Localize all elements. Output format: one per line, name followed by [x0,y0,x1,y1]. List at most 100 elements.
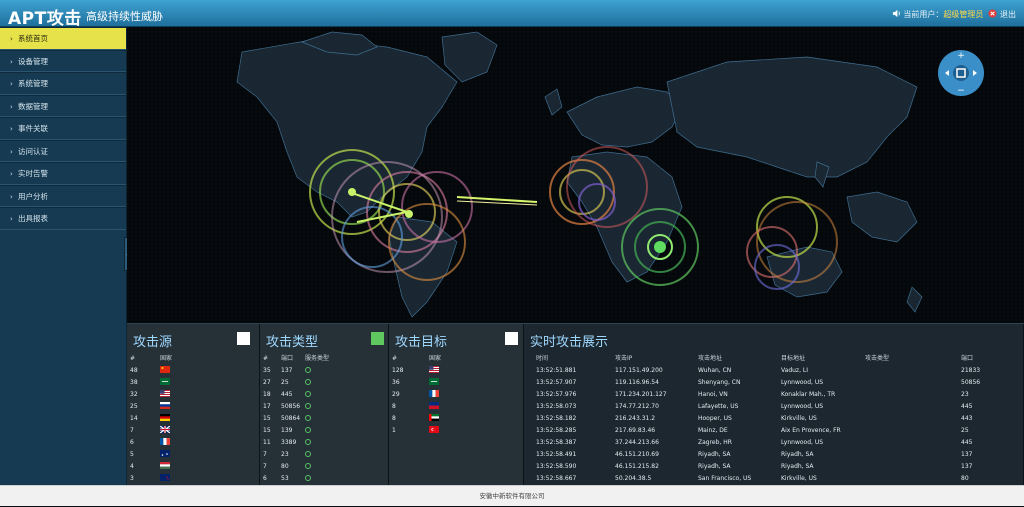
table-row: 38Saudi Arabia [127,377,259,389]
table-row: 13:52:58.285 217.69.83.46 Mainz, DE Aix En … [536,427,969,434]
service-ring-icon [305,379,311,385]
stats-panels: 攻击源 # 国家 48China38Saudi Arabia32United S… [127,323,1024,486]
us-flag-icon [429,366,439,373]
app-subtitle: 高级持续性威胁 [86,10,163,23]
ru-flag-icon [160,402,170,409]
table-row: 653domain [260,473,388,485]
attack-world-map[interactable] [127,27,1024,323]
table-row: 13:52:57.907 119.116.96.54 Shenyang, CN Lyn… [536,379,981,386]
table-row: 6France [127,437,259,449]
sidebar-item-label: 系统首页 [18,34,48,43]
table-row: 8Liechtenstein [389,401,523,413]
sidebar-item[interactable]: › 数据管理 [0,94,126,117]
table-row: 29France [389,389,523,401]
table-row: 18445microsoft-ds [260,389,388,401]
attack-target-panel: 攻击目标 # 国家 128United States36Saudi Arabia… [389,324,524,486]
world-map-canvas [127,27,1024,323]
sa-flag-icon [160,378,170,385]
fr-flag-icon [429,390,439,397]
sidebar-item[interactable]: › 访问认证 [0,139,126,162]
table-row: 1550864unknown [260,413,388,425]
us-flag-icon [160,390,170,397]
chevron-right-icon: › [10,192,13,201]
sidebar: › 系统首页 › 设备管理 › 系统管理 › 数据管理 › 事件关联 › 访问认证 › 实时告警 › 用户分析… [0,27,127,485]
gb-flag-icon [160,426,170,433]
sidebar-item-label: 系统管理 [18,79,48,88]
attack-type-panel: 攻击类型 # 端口 服务类型 35137unknown2725smtp18445… [260,324,389,486]
table-row: 8United Arab Emirates [389,413,523,425]
fr-flag-icon [160,438,170,445]
speaker-icon [892,9,900,18]
table-row: 13:52:58.667 50.204.38.5 San Francisco, US… [536,475,969,482]
chevron-right-icon: › [10,147,13,156]
table-row: 723telnet [260,449,388,461]
sidebar-item-label: 实时告警 [18,169,48,178]
user-info: 当前用户：超级管理员 退出 [892,9,1016,20]
live-attack-title: 实时攻击展示 [530,335,609,350]
sidebar-item[interactable]: › 实时告警 [0,162,126,185]
table-row: 13:52:57.976 171.234.201.127 Hanoi, VN Kona… [536,391,969,398]
sidebar-item[interactable]: › 事件关联 [0,117,126,140]
attack-source-title: 攻击源 [133,335,173,350]
sidebar-item-label: 出具报表 [18,214,48,223]
chevron-right-icon: › [10,170,13,178]
app-logo: APT攻击 [8,9,82,29]
service-ring-icon [305,451,311,457]
table-row: 25Russia [127,401,259,413]
table-row: 5Australia [127,449,259,461]
sidebar-item[interactable]: › 出具报表 [0,207,126,230]
table-header: # 国家 [130,355,173,362]
attack-type-title: 攻击类型 [266,335,319,350]
sidebar-item[interactable]: › 系统管理 [0,72,126,95]
service-ring-icon [305,415,311,421]
sidebar-item[interactable]: › 设备管理 [0,49,126,72]
table-row: 14Germany [127,413,259,425]
table-row: 780http [260,461,388,473]
map-zoom-control[interactable]: + − [937,49,985,97]
chart-toggle-icon[interactable] [237,332,250,345]
chevron-right-icon: › [10,102,13,111]
close-icon[interactable] [988,9,998,18]
live-attack-panel: 实时攻击展示 时间 攻击IP 攻击地址 目标地址 攻击类型 端口 13:52:5… [524,324,1024,486]
service-ring-icon [305,427,311,433]
ae-flag-icon [429,414,439,421]
tr-flag-icon [429,426,439,433]
table-header: 时间 攻击IP 攻击地址 目标地址 攻击类型 端口 [536,355,974,362]
table-row: 13:52:58.590 46.151.215.82 Riyadh, SA Riyad… [536,463,973,470]
user-name-link[interactable]: 超级管理员 [943,10,983,19]
sa-flag-icon [429,378,439,385]
sidebar-item-label: 访问认证 [18,146,48,156]
table-row: 4Hungary [127,461,259,473]
service-ring-icon [305,367,311,373]
sidebar-item[interactable]: › 用户分析 [0,184,126,207]
sidebar-item-label: 设备管理 [18,56,48,66]
table-row: 128United States [389,365,523,377]
sidebar-item[interactable]: › 系统首页 [0,27,126,50]
table-row: 15139netbios-ssn [260,425,388,437]
au-flag-icon [160,450,170,457]
service-ring-icon [305,391,311,397]
sidebar-item-label: 事件关联 [18,124,48,133]
table-header: # 国家 [392,355,442,362]
table-header: # 端口 服务类型 [263,355,330,362]
table-row: 48China [127,365,259,377]
service-ring-icon [305,403,311,409]
li-flag-icon [429,402,439,409]
nz-flag-icon [160,474,170,481]
chevron-right-icon: › [10,125,13,133]
chevron-right-icon: › [10,57,13,66]
logout-button[interactable]: 退出 [1000,10,1016,19]
chart-toggle-icon[interactable] [505,332,518,345]
table-row: 13:52:51.881 117.151.49.200 Wuhan, CN Vaduz… [536,367,981,374]
table-row: 35137unknown [260,365,388,377]
table-row: 32United States [127,389,259,401]
table-row: 36Saudi Arabia [389,377,523,389]
user-label: 当前用户： [903,10,944,19]
table-row: 13:52:58.491 46.151.210.69 Riyadh, SA Riyad… [536,451,973,458]
sidebar-item-label: 用户分析 [18,191,48,201]
chart-toggle-icon[interactable] [371,332,384,345]
table-row: 2725smtp [260,377,388,389]
footer-company: 安徽中新软件有限公司 [0,485,1024,506]
de-flag-icon [160,414,170,421]
table-row: 3New Zealand [127,473,259,485]
